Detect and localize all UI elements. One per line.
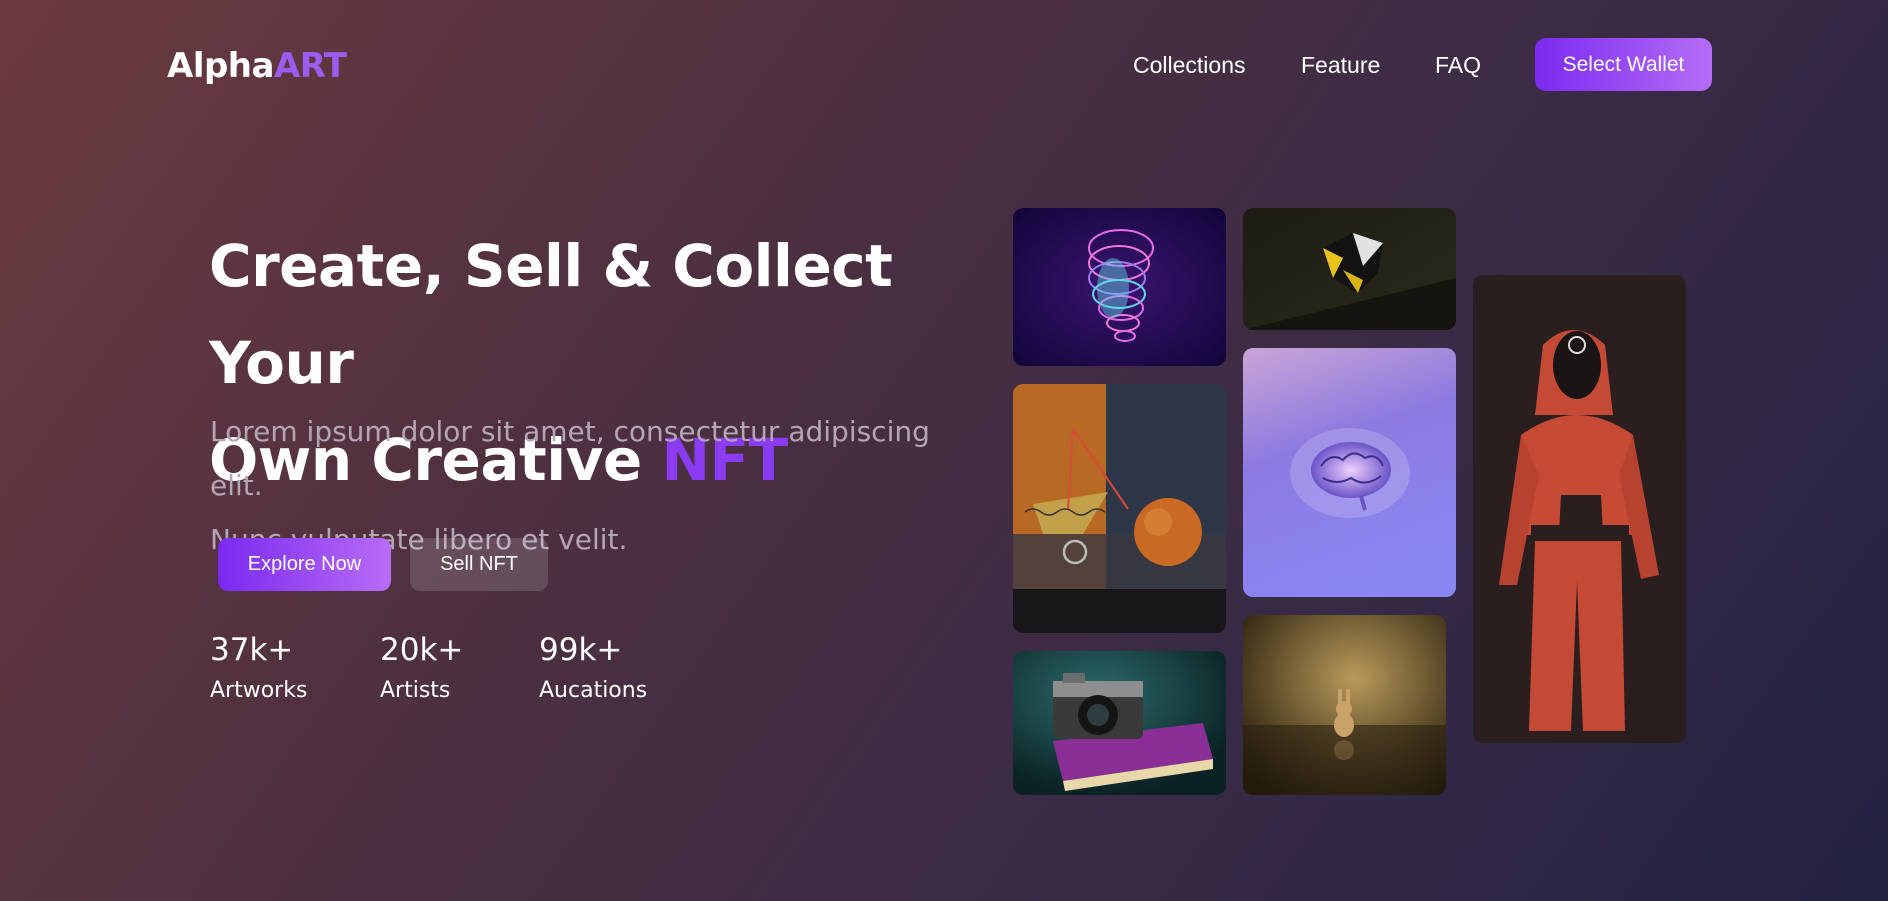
sell-nft-button[interactable]: Sell NFT (410, 538, 548, 591)
landing-page: { "header": { "logo_main": "Alpha", "log… (0, 0, 1888, 901)
nav-link-collections[interactable]: Collections (1133, 52, 1246, 79)
stat-value: 20k+ (380, 632, 464, 668)
explore-now-button[interactable]: Explore Now (218, 538, 391, 591)
holographic-head-image[interactable] (1013, 208, 1226, 366)
stat-artists: 20k+ Artists (380, 630, 463, 703)
dark-geometric-crystal-image[interactable] (1243, 208, 1456, 330)
stat-artworks: 37k+ Artworks (210, 630, 307, 703)
red-suit-figure-image[interactable] (1473, 275, 1686, 743)
stat-label: Artists (380, 678, 451, 703)
nav-link-faq[interactable]: FAQ (1435, 52, 1481, 79)
logo-main-text: Alpha (167, 46, 274, 86)
logo[interactable]: AlphaART (167, 46, 347, 86)
stat-value: 37k+ (210, 632, 294, 668)
stat-auctions: 99k+ Aucations (539, 630, 647, 703)
camera-on-book-image[interactable] (1013, 651, 1226, 795)
orange-still-life-image[interactable] (1013, 384, 1226, 633)
golden-bunny-image[interactable] (1243, 615, 1446, 795)
nav-link-feature[interactable]: Feature (1301, 52, 1380, 79)
logo-accent-text: ART (273, 46, 347, 86)
hero-title-line1: Create, Sell & Collect Your (209, 232, 893, 397)
select-wallet-button[interactable]: Select Wallet (1535, 38, 1712, 91)
glowing-brain-image[interactable] (1243, 348, 1456, 597)
stat-label: Aucations (539, 678, 648, 703)
stat-label: Artworks (210, 678, 308, 703)
hero-subtitle-line1: Lorem ipsum dolor sit amet, consectetur … (210, 415, 930, 502)
stat-value: 99k+ (539, 632, 623, 668)
